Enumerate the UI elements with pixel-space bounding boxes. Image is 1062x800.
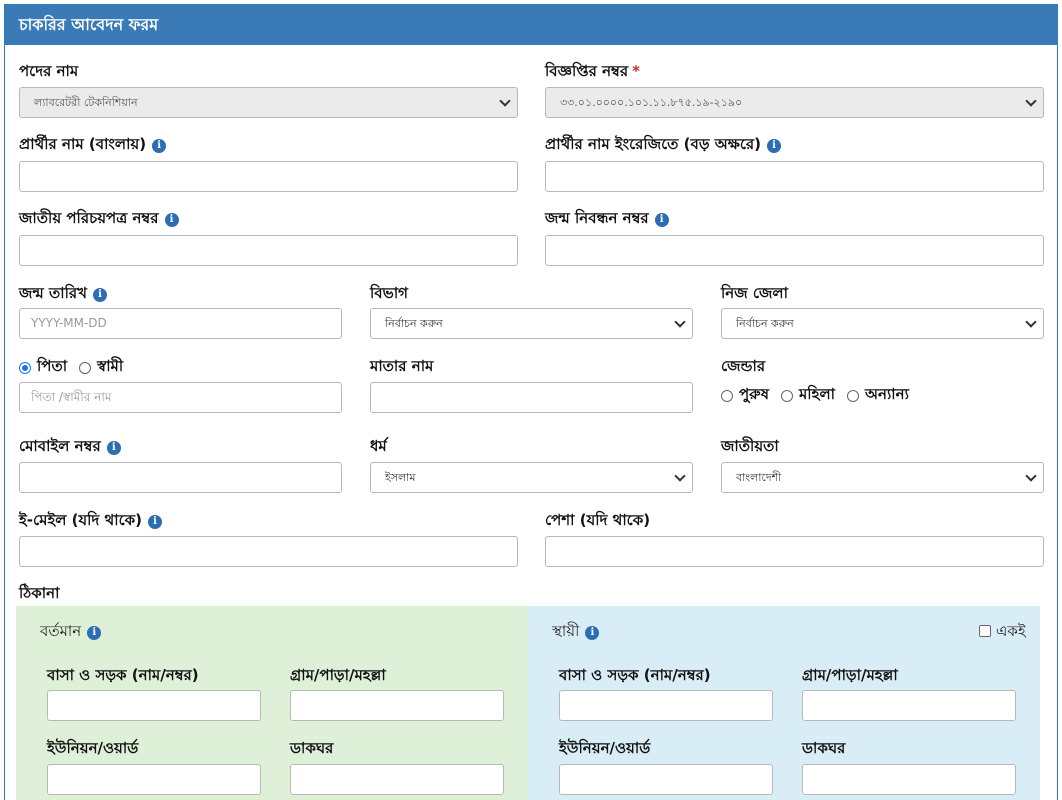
- occupation-input[interactable]: [545, 536, 1044, 567]
- guardian-radio-group: পিতা স্বামী: [19, 355, 123, 380]
- permanent-house-road-label: বাসা ও সড়ক (নাম/নম্বর): [559, 666, 711, 684]
- gender-other-radio[interactable]: [847, 389, 859, 402]
- present-house-road-label: বাসা ও সড়ক (নাম/নম্বর): [47, 666, 199, 684]
- permanent-village-label: গ্রাম/পাড়া/মহল্লা: [802, 666, 898, 684]
- gender-female-radio[interactable]: [780, 389, 793, 402]
- post-name-label: পদের নাম: [19, 62, 79, 80]
- address-label: ঠিকানা: [19, 584, 60, 602]
- name-bn-input[interactable]: [19, 161, 518, 192]
- birth-reg-label: জন্ম নিবন্ধন নম্বর i: [545, 207, 669, 232]
- father-radio[interactable]: [19, 361, 31, 374]
- guardian-name-placeholder: পিতা /স্বামীর নাম: [31, 390, 112, 404]
- permanent-village-input[interactable]: [802, 690, 1016, 721]
- email-label: ই-মেইল (যদি থাকে) i: [19, 509, 162, 534]
- form-title: চাকরির আবেদন ফরম: [5, 5, 1057, 45]
- nationality-select[interactable]: বাংলাদেশী: [721, 462, 1044, 493]
- religion-value: ইসলাম: [385, 471, 416, 484]
- mother-name-label: মাতার নাম: [370, 357, 434, 375]
- present-address-title: বর্তমান i: [40, 620, 102, 645]
- permanent-address-panel: স্থায়ী i একই বাসা ও সড়ক (নাম/নম্বর) গ্র…: [528, 606, 1040, 800]
- guardian-name-input[interactable]: পিতা /স্বামীর নাম: [19, 382, 342, 413]
- nationality-label: জাতীয়তা: [721, 437, 779, 455]
- chevron-down-icon: [1025, 470, 1037, 482]
- permanent-house-road-input[interactable]: [559, 690, 773, 721]
- same-address-checkbox[interactable]: একই: [979, 620, 1026, 645]
- circular-no-select[interactable]: ৩৩.০১.০০০০.১০১.১১.৮৭৫.১৯-২১৯০: [545, 87, 1044, 118]
- home-district-label: নিজ জেলা: [721, 284, 788, 302]
- present-union-ward-input[interactable]: [47, 764, 261, 795]
- present-village-label: গ্রাম/পাড়া/মহল্লা: [290, 666, 386, 684]
- husband-radio-label[interactable]: স্বামী: [97, 355, 123, 380]
- name-en-input[interactable]: [545, 161, 1044, 192]
- info-icon[interactable]: i: [106, 441, 121, 455]
- present-house-road-input[interactable]: [47, 690, 261, 721]
- chevron-down-icon: [674, 470, 686, 482]
- home-district-select[interactable]: নির্বাচন করুন: [721, 308, 1044, 339]
- religion-label: ধর্ম: [370, 437, 387, 455]
- gender-female-label[interactable]: মহিলা: [799, 383, 835, 408]
- religion-select[interactable]: ইসলাম: [370, 462, 693, 493]
- dob-label: জন্ম তারিখ i: [19, 282, 107, 307]
- division-label: বিভাগ: [370, 284, 408, 302]
- chevron-down-icon: [499, 95, 511, 107]
- permanent-union-ward-label: ইউনিয়ন/ওয়ার্ড: [559, 739, 651, 757]
- info-icon[interactable]: i: [585, 626, 600, 640]
- info-icon[interactable]: i: [147, 515, 162, 529]
- chevron-down-icon: [1025, 95, 1037, 107]
- circular-no-label: বিজ্ঞপ্তির নম্বর *: [545, 62, 640, 80]
- nid-input[interactable]: [19, 235, 518, 266]
- birth-reg-input[interactable]: [545, 235, 1044, 266]
- required-mark: *: [632, 62, 640, 80]
- same-address-label: একই: [996, 622, 1026, 640]
- chevron-down-icon: [1025, 316, 1037, 328]
- info-icon[interactable]: i: [152, 139, 167, 153]
- gender-other-label[interactable]: অন্যান্য: [865, 383, 909, 408]
- name-en-label: প্রার্থীর নাম ইংরেজিতে (বড় অক্ষরে) i: [545, 133, 782, 158]
- division-select[interactable]: নির্বাচন করুন: [370, 308, 693, 339]
- present-post-office-label: ডাকঘর: [290, 739, 334, 757]
- occupation-label: পেশা (যদি থাকে): [545, 511, 651, 529]
- post-name-select[interactable]: ল্যাবরেটরী টেকনিশিয়ান: [19, 87, 518, 118]
- permanent-post-office-label: ডাকঘর: [802, 739, 846, 757]
- mobile-label: মোবাইল নম্বর i: [19, 435, 121, 460]
- email-input[interactable]: [19, 536, 518, 567]
- circular-no-value: ৩৩.০১.০০০০.১০১.১১.৮৭৫.১৯-২১৯০: [560, 96, 743, 109]
- nid-label: জাতীয় পরিচয়পত্র নম্বর i: [19, 207, 179, 232]
- home-district-value: নির্বাচন করুন: [736, 317, 794, 330]
- gender-male-label[interactable]: পুরুষ: [739, 383, 769, 408]
- mobile-input[interactable]: [19, 462, 342, 493]
- info-icon[interactable]: i: [164, 213, 179, 227]
- permanent-address-title: স্থায়ী i: [552, 620, 600, 645]
- gender-radio-group: পুরুষ মহিলা অন্যান্য: [721, 383, 909, 408]
- present-post-office-input[interactable]: [290, 764, 504, 795]
- dob-input[interactable]: YYYY-MM-DD: [19, 308, 342, 339]
- nationality-value: বাংলাদেশী: [736, 471, 782, 484]
- checkbox-icon[interactable]: [979, 625, 991, 637]
- mother-name-input[interactable]: [370, 382, 693, 413]
- gender-label: জেন্ডার: [721, 357, 766, 375]
- present-union-ward-label: ইউনিয়ন/ওয়ার্ড: [47, 739, 139, 757]
- permanent-union-ward-input[interactable]: [559, 764, 773, 795]
- division-value: নির্বাচন করুন: [385, 317, 443, 330]
- dob-placeholder: YYYY-MM-DD: [31, 316, 107, 330]
- husband-radio[interactable]: [79, 361, 92, 374]
- present-village-input[interactable]: [290, 690, 504, 721]
- chevron-down-icon: [674, 316, 686, 328]
- info-icon[interactable]: i: [767, 139, 782, 153]
- name-bn-label: প্রার্থীর নাম (বাংলায়) i: [19, 133, 167, 158]
- gender-male-radio[interactable]: [721, 389, 733, 402]
- permanent-post-office-input[interactable]: [802, 764, 1016, 795]
- father-radio-label[interactable]: পিতা: [37, 355, 67, 380]
- post-name-value: ল্যাবরেটরী টেকনিশিয়ান: [34, 96, 138, 109]
- info-icon[interactable]: i: [87, 626, 102, 640]
- info-icon[interactable]: i: [93, 288, 107, 302]
- info-icon[interactable]: i: [654, 213, 669, 227]
- present-address-panel: বর্তমান i বাসা ও সড়ক (নাম/নম্বর) গ্রাম/প…: [16, 606, 528, 800]
